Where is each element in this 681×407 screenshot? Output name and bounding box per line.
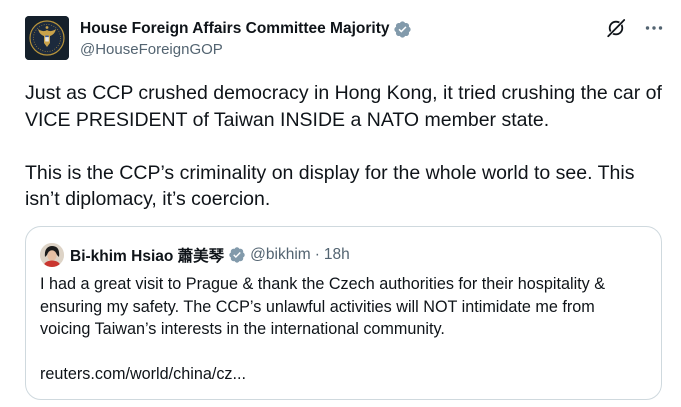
grok-icon[interactable] xyxy=(605,17,627,39)
tweet-text: Just as CCP crushed democracy in Hong Ko… xyxy=(25,80,670,213)
quoted-author-avatar[interactable] xyxy=(40,243,64,267)
quoted-tweet-text: I had a great visit to Prague & thank th… xyxy=(40,273,652,386)
committee-seal-icon xyxy=(25,16,69,60)
tweet-line: This is the CCP’s criminality on display… xyxy=(25,161,635,184)
quoted-tweet-card[interactable]: Bi-khim Hsiao 蕭美琴 @bikhim · 18h I had a … xyxy=(25,226,662,400)
author-name-row: House Foreign Affairs Committee Majority xyxy=(80,18,412,40)
quoted-timestamp[interactable]: 18h xyxy=(324,246,350,264)
author-display-name[interactable]: House Foreign Affairs Committee Majority xyxy=(80,20,389,38)
tweet-line: isn’t diplomacy, it’s coercion. xyxy=(25,188,271,210)
quoted-link[interactable]: reuters.com/world/china/cz... xyxy=(40,363,652,386)
separator-dot: · xyxy=(314,246,320,263)
tweet-line: Just as CCP crushed democracy in Hong Ko… xyxy=(25,82,662,104)
quoted-author-handle[interactable]: @bikhim xyxy=(250,246,311,264)
quoted-author-display-name[interactable]: Bi-khim Hsiao 蕭美琴 xyxy=(70,244,224,266)
quoted-line: ensuring my safety. The CCP’s unlawful a… xyxy=(40,297,595,316)
author-avatar[interactable] xyxy=(25,16,69,60)
author-handle[interactable]: @HouseForeignGOP xyxy=(80,41,223,58)
verified-badge-icon[interactable] xyxy=(393,20,412,39)
more-options-icon[interactable] xyxy=(643,17,665,39)
quoted-tweet-header: Bi-khim Hsiao 蕭美琴 @bikhim · 18h xyxy=(40,243,350,267)
tweet-header-actions xyxy=(605,17,665,39)
quoted-line: I had a great visit to Prague & thank th… xyxy=(40,275,606,293)
tweet-line: VICE PRESIDENT of Taiwan INSIDE a NATO m… xyxy=(25,108,550,131)
quoted-line: voicing Taiwan’s interests in the intern… xyxy=(40,320,445,338)
verified-badge-icon[interactable] xyxy=(228,246,246,264)
